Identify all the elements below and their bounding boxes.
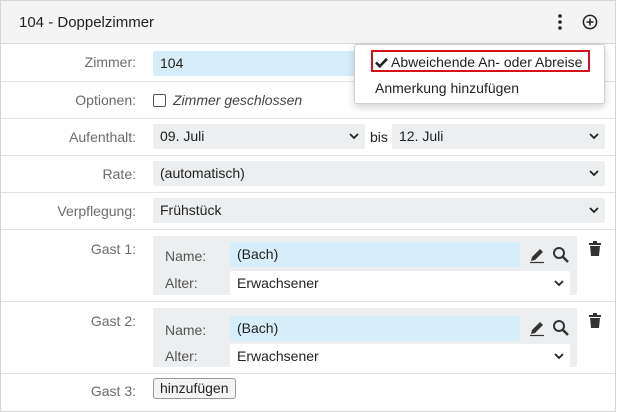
guest-label: Gast 1: (90, 241, 136, 257)
pencil-icon[interactable] (528, 319, 546, 337)
arrival-select[interactable]: 09. Juli (153, 124, 365, 149)
guest-name-input[interactable]: (Bach) (230, 242, 520, 267)
guest-age-value: Erwachsener (237, 275, 319, 291)
stay-separator: bis (370, 129, 388, 145)
guest-row: Gast 2: Name: (Bach) Alter: Erwachsener (1, 302, 615, 374)
room-panel: 104 - Doppelzimmer Zimmer: 104 Optionen:… (0, 0, 616, 412)
rate-value: (automatisch) (160, 165, 245, 181)
guest-box: Name: (Bach) Alter: Erwachsener (153, 236, 577, 296)
panel-header: 104 - Doppelzimmer (1, 1, 615, 44)
name-label: Name: (165, 248, 207, 264)
board-label: Verpflegung: (57, 203, 136, 219)
name-label: Name: (165, 322, 207, 338)
guest-name-input[interactable]: (Bach) (230, 316, 520, 341)
add-button[interactable] (577, 9, 603, 35)
guest-name-value: (Bach) (237, 320, 279, 336)
room-input[interactable]: 104 (153, 51, 383, 76)
menu-item-different-arrival[interactable]: Abweichende An- oder Abreise (375, 54, 582, 70)
age-label: Alter: (165, 275, 198, 291)
guest-age-value: Erwachsener (237, 348, 319, 364)
chevron-down-icon (589, 133, 599, 140)
room-closed-checkbox[interactable] (153, 94, 166, 107)
departure-select[interactable]: 12. Juli (392, 124, 605, 149)
chevron-down-icon (589, 207, 599, 214)
room-value: 104 (160, 55, 184, 71)
room-title: 104 - Doppelzimmer (19, 14, 155, 31)
trash-icon[interactable] (586, 240, 604, 258)
chevron-down-icon (349, 133, 359, 140)
chevron-down-icon (554, 353, 564, 360)
guest-box: Name: (Bach) Alter: Erwachsener (153, 308, 577, 369)
room-label: Zimmer: (84, 54, 136, 70)
room-closed-label[interactable]: Zimmer geschlossen (173, 92, 302, 108)
search-icon[interactable] (552, 319, 570, 337)
departure-value: 12. Juli (399, 128, 444, 144)
trash-icon[interactable] (586, 312, 604, 330)
search-icon[interactable] (552, 246, 570, 264)
stay-row: Aufenthalt: 09. Juli bis 12. Juli (1, 119, 615, 156)
guest-age-select[interactable]: Erwachsener (230, 271, 570, 296)
guest-label: Gast 2: (90, 313, 136, 329)
menu-item-add-note[interactable]: Anmerkung hinzufügen (375, 80, 519, 96)
guest-name-value: (Bach) (237, 246, 279, 262)
menu-item-label: Anmerkung hinzufügen (375, 80, 519, 96)
options-dropdown-menu: Abweichende An- oder Abreise Anmerkung h… (354, 44, 605, 104)
rate-select[interactable]: (automatisch) (153, 161, 605, 186)
pencil-icon[interactable] (528, 246, 546, 264)
rate-label: Rate: (102, 166, 136, 182)
kebab-menu-icon (558, 14, 562, 30)
chevron-down-icon (554, 280, 564, 287)
plus-circle-icon (582, 14, 598, 30)
guest-age-select[interactable]: Erwachsener (230, 344, 570, 369)
guest3-label: Gast 3: (90, 383, 136, 399)
chevron-down-icon (589, 170, 599, 177)
options-label: Optionen: (75, 92, 136, 108)
guest-row: Gast 1: Name: (Bach) Alter: Erwachsener (1, 230, 615, 302)
board-value: Frühstück (160, 202, 222, 218)
arrival-value: 09. Juli (160, 128, 205, 144)
rate-row: Rate: (automatisch) (1, 156, 615, 193)
menu-item-label: Abweichende An- oder Abreise (391, 54, 583, 70)
add-guest-button[interactable]: hinzufügen (153, 378, 236, 399)
age-label: Alter: (165, 348, 198, 364)
board-row: Verpflegung: Frühstück (1, 193, 615, 230)
board-select[interactable]: Frühstück (153, 198, 605, 223)
stay-label: Aufenthalt: (69, 129, 136, 145)
checkmark-icon (375, 57, 388, 69)
more-options-button[interactable] (547, 9, 573, 35)
